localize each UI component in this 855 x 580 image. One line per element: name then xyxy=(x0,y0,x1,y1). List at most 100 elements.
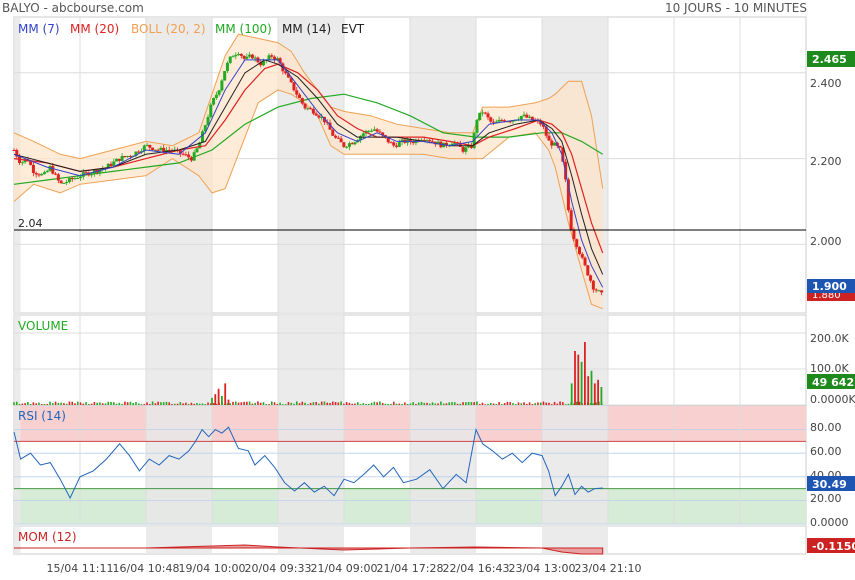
session-shade xyxy=(542,406,608,524)
volume-bar xyxy=(257,401,259,405)
volume-bar xyxy=(309,402,312,405)
candle-body xyxy=(42,172,46,174)
x-tick-label: 16/04 10:48 xyxy=(113,562,180,575)
volume-bar xyxy=(262,402,265,405)
volume-bar xyxy=(520,403,523,405)
volume-bar xyxy=(29,403,32,405)
reference-line-label: 2.04 xyxy=(18,217,43,230)
volume-bar xyxy=(227,399,230,405)
candle-body xyxy=(303,103,307,109)
volume-bar xyxy=(423,402,426,405)
volume-bar xyxy=(487,403,489,405)
candle-body xyxy=(478,112,482,121)
volume-bar xyxy=(121,403,123,405)
volume-bar xyxy=(157,401,159,405)
session-shade xyxy=(410,315,476,405)
volume-bar xyxy=(312,402,315,405)
candle-body xyxy=(547,135,551,141)
candle-body xyxy=(553,142,557,146)
volume-bar xyxy=(574,351,576,405)
session-shade xyxy=(146,406,212,524)
volume-bar xyxy=(254,402,256,405)
volume-bar xyxy=(390,403,392,405)
volume-tick-100k: 100.0K xyxy=(810,362,849,375)
candle-body xyxy=(519,116,523,120)
volume-bar xyxy=(481,402,484,405)
volume-bar xyxy=(204,404,207,405)
volume-bar xyxy=(453,402,456,405)
volume-bar xyxy=(234,401,237,405)
price-y-axis: 2.400 2.200 2.000 xyxy=(810,77,842,248)
candle-body xyxy=(483,112,487,114)
candle-body xyxy=(350,143,354,145)
volume-bar xyxy=(506,401,509,405)
candle-body xyxy=(311,108,315,114)
candle-body xyxy=(361,133,365,137)
volume-bar xyxy=(489,403,492,405)
volume-bar xyxy=(531,404,534,405)
volume-bar xyxy=(387,403,390,405)
volume-bar xyxy=(90,403,93,405)
volume-bar xyxy=(337,402,340,405)
volume-bar xyxy=(18,403,21,405)
volume-bar xyxy=(384,403,387,405)
candle-body xyxy=(195,148,199,153)
candle-body xyxy=(292,82,296,91)
volume-bar xyxy=(548,402,550,405)
volume-bar xyxy=(126,402,129,405)
candle-body xyxy=(214,94,218,99)
volume-bar xyxy=(35,403,37,405)
volume-bar xyxy=(13,402,15,405)
candle-body xyxy=(123,156,127,158)
volume-bar xyxy=(304,402,306,405)
candle-body xyxy=(84,172,88,174)
volume-bar xyxy=(118,402,121,405)
momentum-title: MOM (12) xyxy=(18,530,77,544)
rsi-tick-80: 80.00 xyxy=(810,421,842,434)
candle-body xyxy=(600,290,604,293)
rsi-title: RSI (14) xyxy=(18,409,66,423)
candle-body xyxy=(253,57,257,59)
x-tick-label: 19/04 10:00 xyxy=(179,562,246,575)
volume-bar xyxy=(212,403,215,405)
volume-bar xyxy=(465,402,467,405)
candle-body xyxy=(31,164,35,173)
candle-body xyxy=(56,174,60,181)
volume-bar xyxy=(140,404,143,405)
volume-bar xyxy=(492,403,495,405)
volume-bar xyxy=(559,401,561,405)
volume-bar xyxy=(556,403,559,405)
volume-bar xyxy=(340,401,342,405)
candle-body xyxy=(475,120,479,133)
volume-bar xyxy=(60,402,62,405)
candle-body xyxy=(65,181,69,183)
volume-bar xyxy=(484,404,487,405)
volume-bar xyxy=(575,401,578,405)
x-tick-label: 21/04 17:28 xyxy=(377,562,444,575)
volume-bar xyxy=(431,402,434,405)
volume-bar xyxy=(345,402,348,405)
volume-bar xyxy=(567,403,570,405)
volume-bar xyxy=(359,404,362,405)
candle-body xyxy=(425,140,429,142)
candle-body xyxy=(187,154,191,158)
volume-bar xyxy=(459,403,462,405)
volume-bar xyxy=(137,403,140,405)
volume-bar xyxy=(160,402,162,405)
volume-bar xyxy=(412,402,414,405)
volume-bar xyxy=(129,401,132,405)
candle-body xyxy=(492,121,496,123)
volume-bar xyxy=(40,404,43,405)
volume-bar xyxy=(348,402,351,405)
session-shade xyxy=(410,406,476,524)
candle-body xyxy=(339,138,343,143)
volume-bar xyxy=(240,402,243,405)
candle-body xyxy=(115,158,119,162)
volume-bar xyxy=(27,402,29,405)
candle-body xyxy=(422,139,426,141)
session-shade xyxy=(278,315,344,405)
candle-body xyxy=(489,117,493,122)
candle-body xyxy=(62,182,66,184)
volume-bar xyxy=(545,402,548,405)
volume-bar xyxy=(52,403,54,405)
